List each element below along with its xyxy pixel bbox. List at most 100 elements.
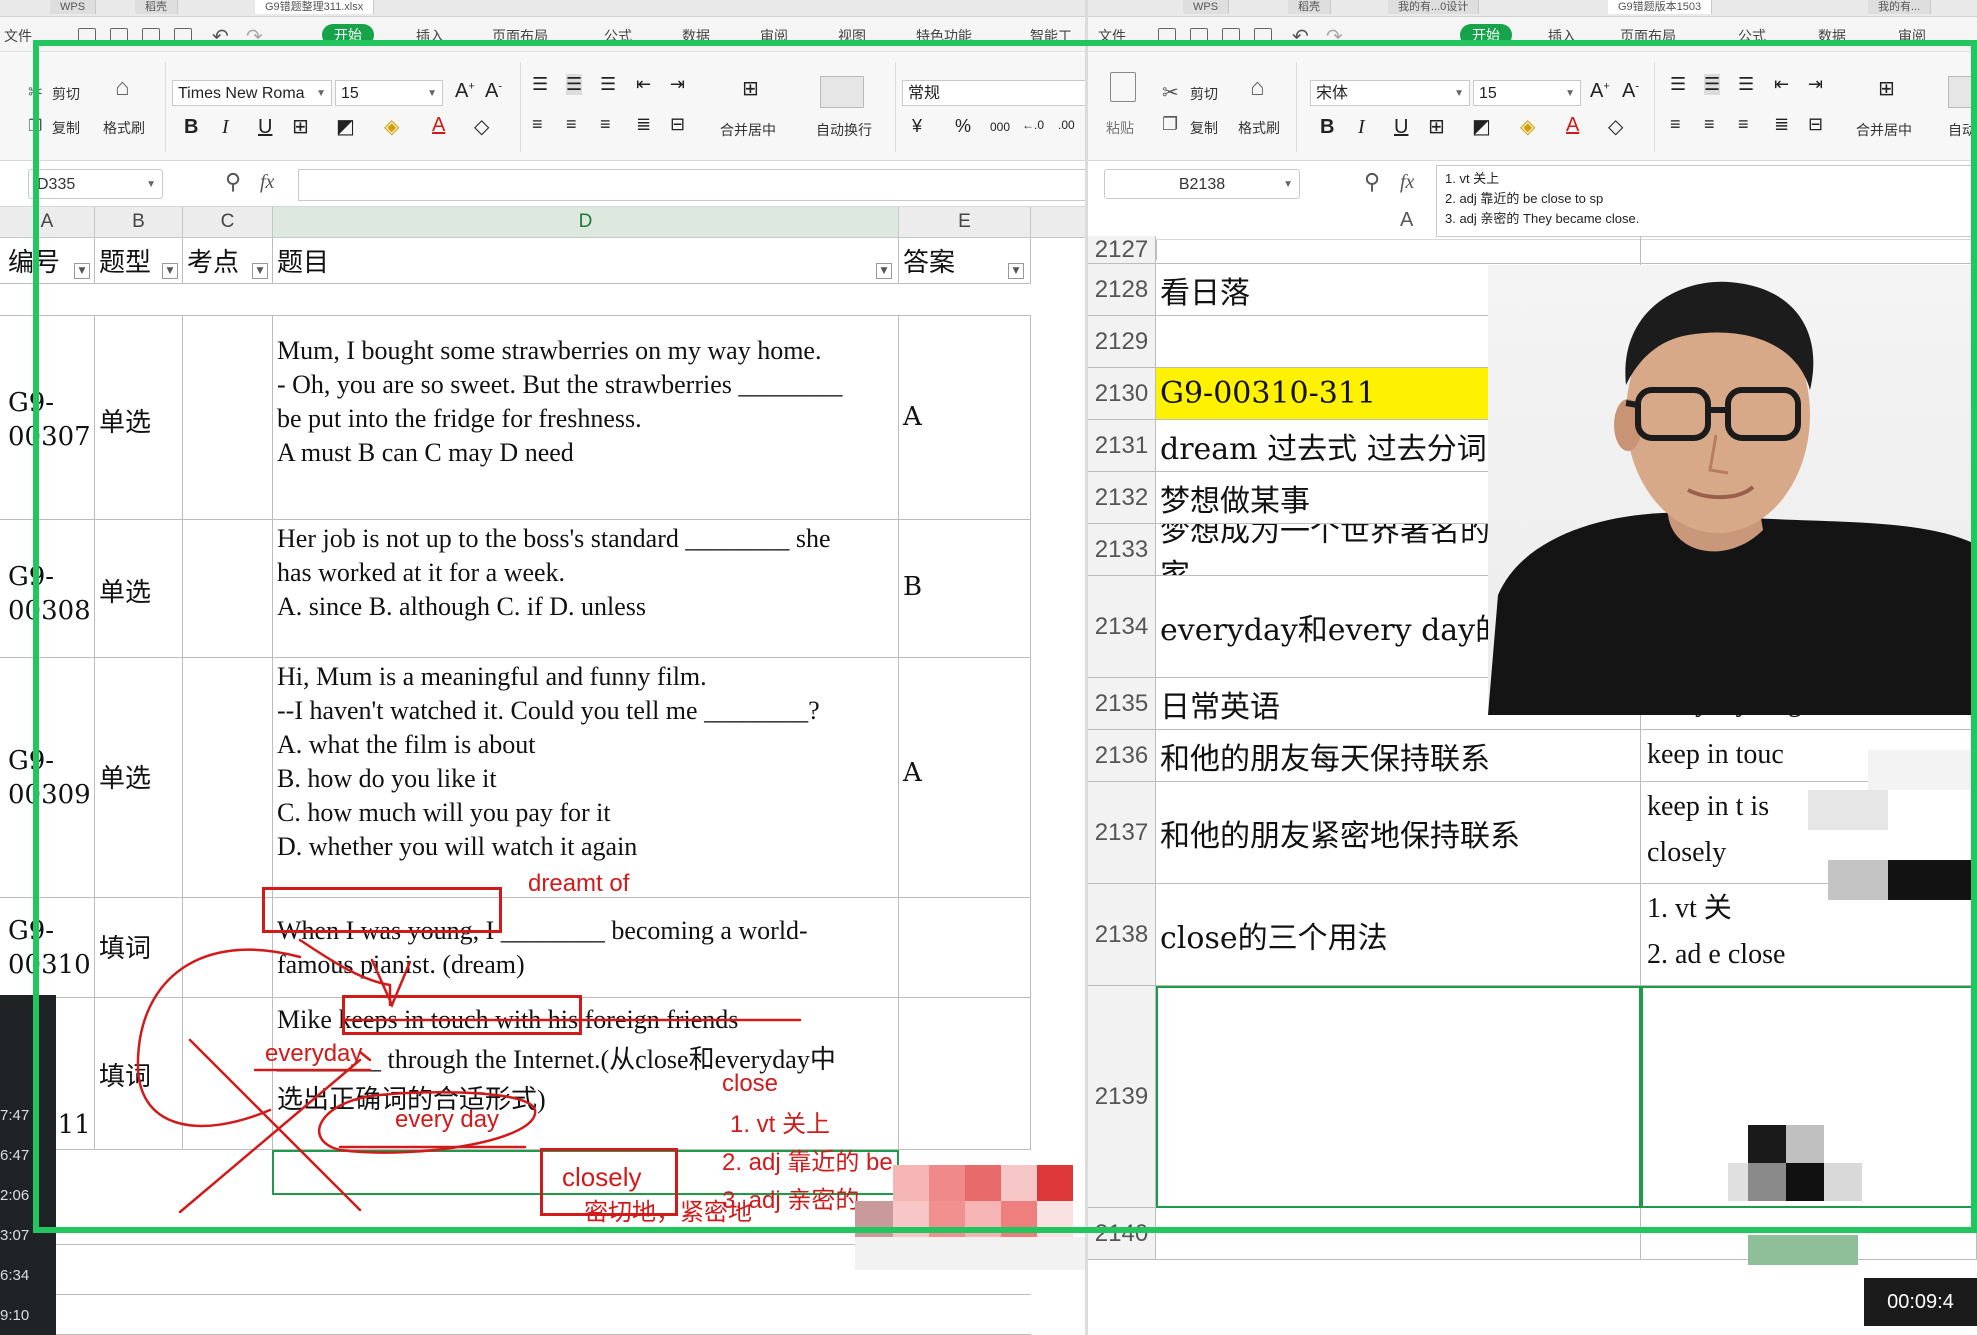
merge-center-button[interactable]: 合并居中: [1856, 120, 1912, 140]
copy-button[interactable]: 复制: [1190, 118, 1218, 138]
redo-icon[interactable]: ↷: [1326, 24, 1343, 49]
ribbon-separator: [1296, 62, 1297, 152]
undo-icon[interactable]: ↶: [1292, 24, 1309, 49]
bold-button[interactable]: B: [1320, 116, 1334, 139]
decrease-font-icon[interactable]: A-: [1622, 80, 1639, 103]
indent-left-icon[interactable]: ⇤: [1774, 74, 1789, 95]
cell-b[interactable]: close的三个用法: [1156, 884, 1641, 986]
align-right-icon[interactable]: ≡: [1738, 114, 1749, 135]
align-top-icon[interactable]: ☰: [1670, 74, 1686, 95]
tab-daoke[interactable]: 稻壳: [1288, 0, 1331, 14]
name-box[interactable]: B2138 ▼: [1104, 169, 1300, 199]
row-number[interactable]: 2131: [1088, 420, 1156, 472]
formula-input[interactable]: 1. vt 关上 2. adj 靠近的 be close to sp 3. ad…: [1436, 165, 1977, 237]
pixelated-redaction: [1728, 1125, 1898, 1265]
tab-wps[interactable]: WPS: [1183, 0, 1230, 14]
distributed-icon[interactable]: ⊟: [1808, 114, 1823, 135]
justify-icon[interactable]: ≣: [1774, 114, 1789, 135]
row-number[interactable]: 2139: [1088, 986, 1156, 1208]
menu-file[interactable]: 文件: [1098, 26, 1126, 46]
chevron-down-icon: ▼: [1565, 88, 1575, 99]
row-number[interactable]: 2134: [1088, 576, 1156, 678]
webcam-overlay: [1488, 265, 1977, 715]
chevron-down-icon: ▼: [1454, 88, 1464, 99]
presenter-figure: [1488, 281, 1977, 715]
font-color-icon[interactable]: A: [1566, 114, 1579, 137]
paste-button[interactable]: 粘贴: [1106, 118, 1134, 138]
annotation-dreamt-of: dreamt of: [528, 870, 630, 897]
tab-active-file[interactable]: G9错题版本1503: [1608, 0, 1713, 14]
indent-right-icon[interactable]: ⇥: [1808, 74, 1823, 95]
cell-b[interactable]: 和他的朋友紧密地保持联系: [1156, 782, 1641, 884]
paste-icon[interactable]: [1110, 72, 1136, 102]
font-name-select[interactable]: 宋体 ▼: [1310, 80, 1470, 106]
menu-insert[interactable]: 插入: [1548, 26, 1576, 46]
align-center-icon[interactable]: ≡: [1704, 114, 1715, 135]
align-middle-icon[interactable]: ☰: [1704, 74, 1721, 95]
cell-b[interactable]: [1156, 986, 1641, 1208]
red-curve-stroke: [298, 938, 392, 987]
preview-icon[interactable]: [1254, 28, 1272, 44]
copy-icon[interactable]: ❐: [1162, 114, 1178, 135]
expand-formula-icon[interactable]: A: [1400, 209, 1413, 232]
pixelated-redaction: [1808, 750, 1977, 900]
menu-page-layout[interactable]: 页面布局: [1620, 26, 1676, 46]
menu-data[interactable]: 数据: [1818, 26, 1846, 46]
cut-button[interactable]: 剪切: [1190, 84, 1218, 104]
cell-b[interactable]: [1156, 236, 1641, 264]
format-painter-button[interactable]: 格式刷: [1238, 118, 1280, 138]
increase-font-icon[interactable]: A+: [1590, 80, 1610, 103]
menu-home[interactable]: 开始: [1460, 24, 1512, 46]
row-number[interactable]: 2133: [1088, 524, 1156, 576]
underline-button[interactable]: U: [1394, 116, 1408, 139]
ribbon-separator: [1654, 62, 1655, 152]
row-number[interactable]: 2132: [1088, 472, 1156, 524]
row-number[interactable]: 2128: [1088, 264, 1156, 316]
save-icon[interactable]: [1158, 28, 1176, 44]
wrap-text-button[interactable]: 自动: [1948, 120, 1976, 140]
annotation-box: [342, 995, 582, 1035]
menu-formula[interactable]: 公式: [1738, 26, 1766, 46]
merge-icon[interactable]: ⊞: [1878, 76, 1895, 101]
tab-other-file[interactable]: 我的有...: [1868, 0, 1932, 14]
annotation-closely: closely: [562, 1162, 642, 1192]
row-number[interactable]: 2127: [1088, 236, 1156, 264]
row-number[interactable]: 2138: [1088, 884, 1156, 986]
row-number[interactable]: 2140: [1088, 1208, 1156, 1260]
italic-button[interactable]: I: [1358, 116, 1365, 139]
cell-b[interactable]: [1156, 1208, 1641, 1260]
red-cross-stroke: [178, 1058, 362, 1214]
fill-style-icon[interactable]: ◩: [1472, 114, 1491, 139]
wrap-icon[interactable]: [1948, 76, 1977, 108]
export-icon[interactable]: [1190, 28, 1208, 44]
row-number[interactable]: 2136: [1088, 730, 1156, 782]
row-number[interactable]: 2129: [1088, 316, 1156, 368]
font-size-value: 15: [1479, 85, 1497, 102]
align-left-icon[interactable]: ≡: [1670, 114, 1681, 135]
zoom-icon[interactable]: ⚲: [1364, 169, 1380, 195]
annotation-every-day: every day: [395, 1106, 500, 1133]
cell-b[interactable]: 和他的朋友每天保持联系: [1156, 730, 1641, 782]
font-size-select[interactable]: 15 ▼: [1473, 80, 1581, 106]
clear-icon[interactable]: ◇: [1608, 114, 1623, 139]
chevron-down-icon: ▼: [1283, 179, 1293, 190]
annotation-closely-meaning: 密切地，紧密地: [584, 1199, 752, 1226]
fx-icon[interactable]: fx: [1400, 171, 1414, 194]
border-icon[interactable]: ⊞: [1428, 114, 1445, 139]
format-painter-icon[interactable]: ⌂: [1250, 74, 1265, 102]
right-formula-bar: B2138 ▼ ⚲ fx A 1. vt 关上 2. adj 靠近的 be clo…: [1088, 161, 1977, 240]
name-box-value: B2138: [1178, 176, 1226, 193]
print-icon[interactable]: [1222, 28, 1240, 44]
menu-review[interactable]: 审阅: [1898, 26, 1926, 46]
align-bottom-icon[interactable]: ☰: [1738, 74, 1754, 95]
row-number[interactable]: 2130: [1088, 368, 1156, 420]
row-number[interactable]: 2135: [1088, 678, 1156, 730]
video-timer: 00:09:4: [1864, 1278, 1977, 1326]
tab-design-file[interactable]: 我的有...0设计: [1388, 0, 1480, 14]
annotation-close: close: [722, 1070, 779, 1097]
row-number[interactable]: 2137: [1088, 782, 1156, 884]
cell-c[interactable]: [1641, 236, 1977, 264]
right-menu-bar: 文件 ↶ ↷ 开始 插入 页面布局 公式 数据 审阅: [1088, 17, 1977, 52]
cut-icon[interactable]: ✂: [1162, 80, 1179, 105]
fill-color-icon[interactable]: ◈: [1520, 114, 1535, 139]
